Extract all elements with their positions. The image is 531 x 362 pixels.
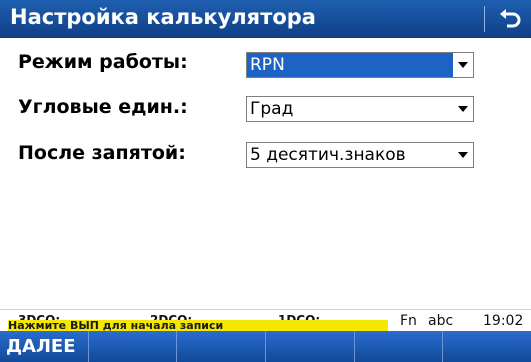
angle-units-label: Угловые един.: [18,96,188,118]
decimals-select-value: 5 десятич.знаков [250,145,406,165]
softkey-f1[interactable]: ДАЛЕЕ [0,331,89,362]
chevron-down-icon[interactable] [455,100,471,118]
softkey-f2[interactable] [89,331,178,362]
decimals-select[interactable]: 5 десятич.знаков [246,142,474,168]
angle-units-select-value: Град [250,99,294,119]
softkey-bar: ДАЛЕЕ [0,331,531,362]
decimals-label: После запятой: [18,142,186,164]
softkey-f5[interactable] [355,331,444,362]
mode-select[interactable]: RPN [246,52,474,78]
status-bar: 3DCQ: 2DCQ: 1DCQ: Нажмите ВЫП для начала… [0,309,531,332]
angle-units-select[interactable]: Град [246,96,474,122]
title-separator [484,6,485,32]
input-mode-fn: Fn [400,313,417,329]
back-button[interactable] [493,3,527,35]
softkey-f3[interactable] [177,331,267,362]
chevron-down-icon[interactable] [455,146,471,164]
mode-label: Режим работы: [18,51,188,73]
title-bar: Настройка калькулятора [0,0,531,38]
window-title: Настройка калькулятора [10,5,316,29]
clock: 19:02 [483,313,524,329]
chevron-down-icon[interactable] [455,56,471,74]
softkey-f4[interactable] [266,331,355,362]
back-arrow-icon [500,9,521,28]
input-mode-text: abc [428,313,454,329]
mode-select-value: RPN [247,53,453,77]
softkey-f6[interactable] [443,331,531,362]
